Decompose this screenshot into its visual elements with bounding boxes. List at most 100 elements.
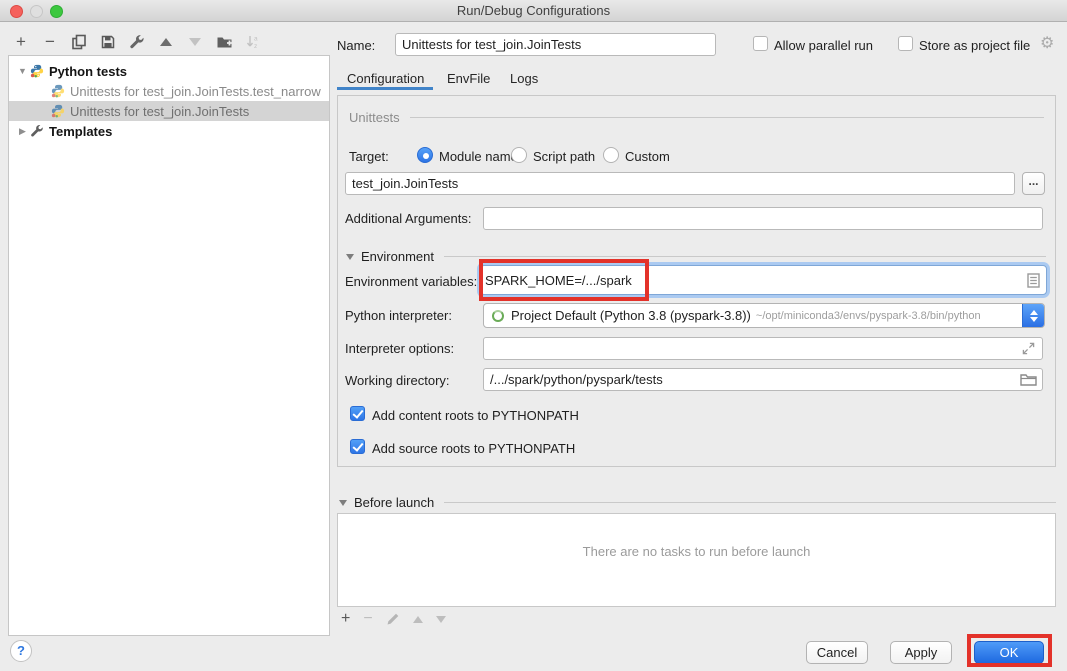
gear-icon[interactable]: ⚙ (1040, 33, 1054, 53)
edit-templates-wrench-icon[interactable] (128, 33, 146, 51)
cancel-button[interactable]: Cancel (806, 641, 868, 664)
before-launch-empty-text: There are no tasks to run before launch (338, 544, 1055, 559)
tree-item-templates[interactable]: ▶ Templates (9, 121, 329, 141)
remove-icon[interactable]: − (363, 610, 372, 628)
add-icon[interactable]: + (341, 610, 350, 628)
radio-custom-label: Custom (625, 149, 670, 164)
up-triangle (160, 38, 172, 46)
collapse-triangle-icon[interactable] (346, 254, 354, 260)
additional-arguments-label: Additional Arguments: (345, 211, 471, 226)
environment-variables-input[interactable] (485, 268, 1015, 292)
add-content-roots-label: Add content roots to PYTHONPATH (372, 408, 579, 423)
interpreter-options-input[interactable] (483, 337, 1043, 360)
save-icon[interactable] (99, 33, 117, 51)
collapse-triangle-icon[interactable] (339, 500, 347, 506)
move-up-icon[interactable] (157, 33, 175, 51)
wrench-icon (30, 124, 44, 138)
before-launch-label: Before launch (354, 495, 434, 510)
apply-button[interactable]: Apply (890, 641, 952, 664)
group-separator-line (444, 502, 1056, 503)
environment-group-label: Environment (361, 249, 434, 264)
store-as-project-file-checkbox[interactable] (898, 36, 913, 51)
move-down-icon[interactable] (186, 33, 204, 51)
browse-variables-icon[interactable] (1027, 273, 1040, 288)
before-launch-group-header: Before launch (339, 495, 1056, 510)
configurations-toolbar: + − a z (12, 30, 262, 54)
tree-item-label: Unittests for test_join.JoinTests.test_n… (70, 84, 321, 99)
python-interpreter-select[interactable]: Project Default (Python 3.8 (pyspark-3.8… (483, 303, 1045, 328)
chevron-down-icon[interactable]: ▼ (17, 66, 28, 76)
copy-icon[interactable] (70, 33, 88, 51)
group-separator-line (410, 117, 1044, 118)
configurations-tree: ▼ Python tests Unittests for test_join.J… (8, 55, 330, 636)
group-separator-line (444, 256, 1046, 257)
allow-parallel-run-checkbox[interactable] (753, 36, 768, 51)
allow-parallel-run-label: Allow parallel run (774, 38, 873, 53)
active-tab-underline (337, 87, 433, 90)
tree-item-unittests-narrow[interactable]: Unittests for test_join.JoinTests.test_n… (9, 81, 329, 101)
sort-alphabetically-icon[interactable]: a z (244, 33, 262, 51)
store-as-project-file-label: Store as project file (919, 38, 1030, 53)
before-launch-toolbar: + − (341, 610, 446, 628)
before-launch-task-list: There are no tasks to run before launch (337, 513, 1056, 607)
tree-item-label: Unittests for test_join.JoinTests (70, 104, 249, 119)
chevron-down-icon (1030, 317, 1038, 322)
tree-item-unittests-jointests[interactable]: Unittests for test_join.JoinTests (9, 101, 329, 121)
radio-script-path[interactable] (511, 147, 527, 163)
tree-item-python-tests[interactable]: ▼ Python tests (9, 61, 329, 81)
tab-logs[interactable]: Logs (510, 71, 538, 86)
unittests-group-header: Unittests (349, 110, 1044, 125)
interpreter-options-label: Interpreter options: (345, 341, 454, 356)
radio-script-path-label: Script path (533, 149, 595, 164)
environment-variables-field[interactable] (480, 265, 1047, 295)
radio-module-name-label: Module name (439, 149, 518, 164)
tab-envfile[interactable]: EnvFile (447, 71, 490, 86)
name-input[interactable] (395, 33, 716, 56)
svg-text:a: a (254, 36, 258, 43)
environment-variables-label: Environment variables: (345, 274, 477, 289)
down-triangle (189, 38, 201, 46)
python-test-icon (51, 104, 65, 118)
tree-item-label: Templates (49, 124, 112, 139)
radio-module-name[interactable] (417, 147, 433, 163)
new-folder-icon[interactable] (215, 33, 233, 51)
python-icon (30, 64, 44, 78)
move-up-icon[interactable] (413, 616, 423, 623)
ok-button[interactable]: OK (974, 641, 1044, 664)
window-title: Run/Debug Configurations (0, 0, 1067, 22)
conda-env-icon (492, 310, 504, 322)
working-directory-label: Working directory: (345, 373, 450, 388)
minus-glyph: − (45, 33, 55, 51)
plus-glyph: + (16, 33, 26, 51)
python-interpreter-label: Python interpreter: (345, 308, 452, 323)
chevron-up-icon (1030, 310, 1038, 315)
working-directory-input[interactable] (483, 368, 1043, 391)
interpreter-path: ~/opt/miniconda3/envs/pyspark-3.8/bin/py… (756, 310, 981, 322)
edit-pencil-icon[interactable] (386, 612, 400, 626)
chevron-right-icon[interactable]: ▶ (17, 126, 28, 137)
title-bar: Run/Debug Configurations (0, 0, 1067, 22)
radio-custom[interactable] (603, 147, 619, 163)
additional-arguments-input[interactable] (483, 207, 1043, 230)
add-source-roots-checkbox[interactable] (350, 439, 365, 454)
expand-icon[interactable] (1022, 342, 1035, 355)
add-source-roots-label: Add source roots to PYTHONPATH (372, 441, 575, 456)
remove-icon[interactable]: − (41, 33, 59, 51)
move-down-icon[interactable] (436, 616, 446, 623)
svg-text:z: z (254, 43, 257, 50)
environment-group-header: Environment (346, 249, 1046, 264)
help-button[interactable]: ? (10, 640, 32, 662)
browse-button[interactable]: ... (1022, 172, 1045, 195)
python-test-icon (51, 84, 65, 98)
name-label: Name: (337, 38, 375, 53)
combo-chevron-button[interactable] (1022, 304, 1044, 327)
target-label: Target: (349, 149, 389, 164)
folder-icon[interactable] (1020, 373, 1037, 386)
run-debug-configurations-dialog: { "window": { "title": "Run/Debug Config… (0, 0, 1067, 671)
unittests-group-label: Unittests (349, 110, 400, 125)
module-name-input[interactable] (345, 172, 1015, 195)
add-content-roots-checkbox[interactable] (350, 406, 365, 421)
interpreter-value: Project Default (Python 3.8 (pyspark-3.8… (511, 308, 751, 323)
tab-configuration[interactable]: Configuration (347, 71, 424, 86)
add-icon[interactable]: + (12, 33, 30, 51)
